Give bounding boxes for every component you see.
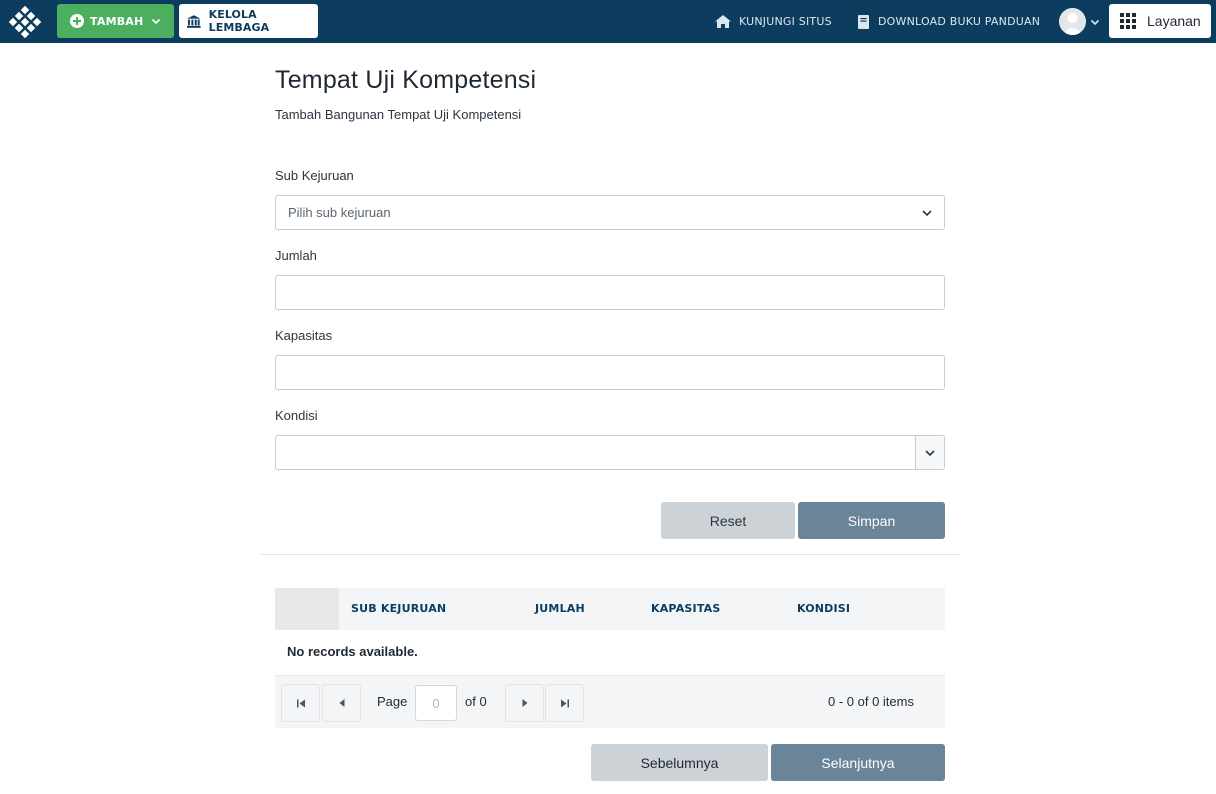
- simpan-button[interactable]: Simpan: [798, 502, 945, 539]
- kunjungi-situs-link[interactable]: KUNJUNGI SITUS: [715, 0, 832, 43]
- logo-icon[interactable]: [9, 6, 41, 38]
- kondisi-label: Kondisi: [275, 408, 318, 423]
- chevron-down-icon: [1090, 19, 1100, 25]
- chevron-down-icon: [925, 449, 935, 456]
- kapasitas-input[interactable]: [275, 355, 945, 390]
- column-header-kondisi[interactable]: KONDISI: [797, 602, 850, 615]
- column-header-jumlah[interactable]: JUMLAH: [535, 602, 585, 615]
- column-header-sub-kejuruan[interactable]: SUB KEJURUAN: [351, 602, 446, 615]
- grid-header: SUB KEJURUAN JUMLAH KAPASITAS KONDISI: [275, 588, 945, 630]
- sebelumnya-button[interactable]: Sebelumnya: [591, 744, 768, 781]
- jumlah-label: Jumlah: [275, 248, 317, 263]
- layanan-button[interactable]: Layanan: [1109, 4, 1211, 38]
- kelola-lembaga-label: KELOLA LEMBAGA: [208, 8, 270, 34]
- tambah-button[interactable]: TAMBAH: [57, 4, 174, 38]
- kondisi-dropdown-button[interactable]: [915, 436, 944, 469]
- download-panduan-label: DOWNLOAD BUKU PANDUAN: [878, 15, 1041, 28]
- selanjutnya-button[interactable]: Selanjutnya: [771, 744, 945, 781]
- download-panduan-link[interactable]: DOWNLOAD BUKU PANDUAN: [858, 0, 1040, 43]
- top-navbar: TAMBAH KELOLA LEMBAGA KUNJUNGI SITUS DOW…: [0, 0, 1216, 43]
- reset-button[interactable]: Reset: [661, 502, 795, 539]
- no-records-message: No records available.: [287, 644, 418, 659]
- user-menu[interactable]: [1059, 8, 1100, 35]
- grid-command-column: [275, 588, 339, 630]
- last-page-icon: [560, 699, 569, 707]
- tambah-label: TAMBAH: [90, 14, 144, 28]
- column-header-kapasitas[interactable]: KAPASITAS: [651, 602, 721, 615]
- chevron-down-icon: [922, 210, 932, 217]
- first-page-button[interactable]: [281, 684, 320, 722]
- page-title: Tempat Uji Kompetensi: [275, 66, 537, 94]
- grid-apps-icon: [1120, 13, 1136, 29]
- sub-kejuruan-select[interactable]: Pilih sub kejuruan: [275, 195, 945, 230]
- bank-icon: [187, 14, 201, 28]
- kelola-lembaga-button[interactable]: KELOLA LEMBAGA: [179, 4, 318, 38]
- page-subtitle: Tambah Bangunan Tempat Uji Kompetensi: [275, 107, 522, 122]
- book-icon: [858, 14, 869, 29]
- kapasitas-label: Kapasitas: [275, 328, 333, 343]
- next-page-button[interactable]: [505, 684, 544, 722]
- grid-pager: Page 0 of 0 0 - 0 of 0 items: [275, 675, 945, 728]
- previous-page-button[interactable]: [322, 684, 361, 722]
- jumlah-input[interactable]: [275, 275, 945, 310]
- plus-circle-icon: [70, 14, 84, 28]
- first-page-icon: [296, 699, 305, 707]
- sub-kejuruan-placeholder: Pilih sub kejuruan: [288, 205, 391, 220]
- user-avatar: [1059, 8, 1086, 35]
- page-label: Page: [377, 694, 408, 709]
- page-of-label: of 0: [465, 694, 487, 709]
- sub-kejuruan-label: Sub Kejuruan: [275, 168, 354, 183]
- chevron-down-icon: [152, 18, 161, 25]
- last-page-button[interactable]: [545, 684, 584, 722]
- kondisi-combobox[interactable]: [275, 435, 945, 470]
- page-input[interactable]: 0: [415, 685, 457, 721]
- kunjungi-situs-label: KUNJUNGI SITUS: [739, 15, 832, 28]
- layanan-label: Layanan: [1147, 13, 1201, 29]
- items-summary: 0 - 0 of 0 items: [828, 694, 914, 709]
- home-icon: [715, 15, 731, 28]
- caret-right-icon: [522, 699, 527, 707]
- divider: [260, 554, 960, 555]
- caret-left-icon: [339, 699, 344, 707]
